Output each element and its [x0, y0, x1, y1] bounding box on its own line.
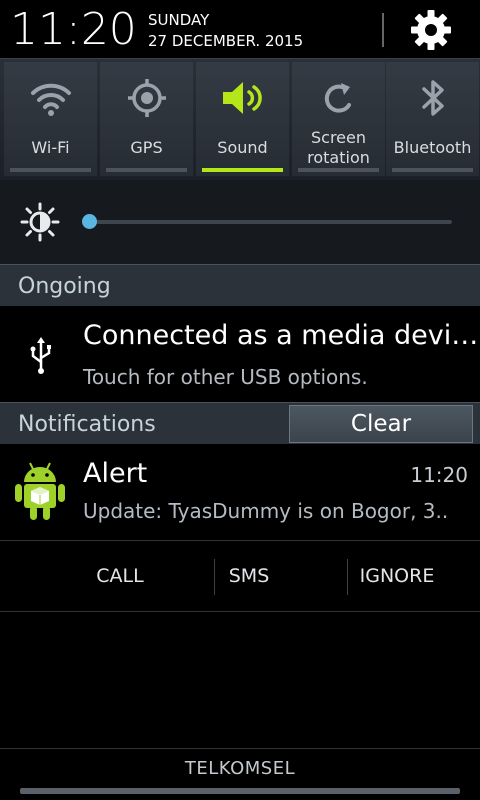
wifi-icon	[30, 83, 71, 116]
tile-indicator	[10, 168, 91, 172]
divider	[0, 611, 480, 612]
tile-bluetooth[interactable]: Bluetooth	[386, 62, 479, 176]
bluetooth-icon	[421, 80, 444, 116]
alert-title: Alert	[83, 458, 148, 489]
sound-icon	[222, 82, 262, 114]
usb-icon	[30, 337, 51, 374]
tile-sound[interactable]: Sound	[196, 62, 289, 176]
tile-gps[interactable]: GPS	[100, 62, 193, 176]
ongoing-header: Ongoing	[0, 264, 480, 306]
tile-label: Bluetooth	[393, 138, 472, 157]
notifications-header: Notifications Clear	[0, 402, 480, 444]
tile-label: Sound	[217, 138, 268, 157]
tile-label-line1: Screen	[310, 128, 366, 147]
status-header: 11:20 SUNDAY 27 DECEMBER. 2015	[0, 0, 480, 58]
tile-indicator	[392, 168, 473, 172]
ignore-button[interactable]: IGNORE	[348, 541, 446, 611]
tile-indicator	[106, 168, 187, 172]
alert-text: Update: TyasDummy is on Bogor, 3..	[83, 499, 449, 523]
rotation-icon	[324, 83, 351, 113]
sms-button[interactable]: SMS	[215, 541, 283, 611]
ongoing-title: Connected as a media devi…	[83, 320, 479, 351]
quick-settings-panel: Wi-Fi GPS Sound Screen rotation Bluetoot…	[0, 58, 480, 180]
alert-time: 11:20	[410, 463, 468, 487]
gps-icon	[127, 79, 166, 117]
header-divider	[382, 13, 384, 47]
alert-actions: CALL SMS IGNORE	[0, 541, 480, 611]
tile-label: GPS	[130, 138, 163, 157]
gear-icon[interactable]	[409, 8, 453, 52]
clear-button[interactable]: Clear	[289, 405, 473, 443]
carrier-label: TELKOMSEL	[184, 758, 296, 779]
usb-notification[interactable]: Connected as a media devi… Touch for oth…	[0, 306, 480, 402]
date-label: 27 DECEMBER. 2015	[148, 32, 304, 50]
brightness-icon[interactable]	[20, 202, 60, 242]
notifications-header-label: Notifications	[18, 412, 156, 437]
tile-label: Wi-Fi	[31, 138, 70, 157]
tile-wifi[interactable]: Wi-Fi	[4, 62, 97, 176]
clock: 11:20	[10, 4, 137, 55]
brightness-slider-knob[interactable]	[82, 214, 97, 229]
alert-notification[interactable]: Alert 11:20 Update: TyasDummy is on Bogo…	[0, 444, 480, 540]
ongoing-subtitle: Touch for other USB options.	[83, 365, 368, 389]
tile-label-line2: rotation	[307, 148, 370, 167]
call-button[interactable]: CALL	[40, 541, 200, 611]
brightness-row	[0, 180, 480, 264]
clear-button-label: Clear	[350, 411, 412, 437]
day-label: SUNDAY	[148, 11, 210, 29]
panel-drag-handle[interactable]	[20, 788, 460, 794]
tile-indicator	[298, 168, 379, 172]
ongoing-header-label: Ongoing	[18, 274, 111, 299]
brightness-slider-track[interactable]	[90, 220, 452, 224]
divider	[0, 748, 480, 749]
tile-screen-rotation[interactable]: Screen rotation	[292, 62, 385, 176]
tile-indicator-active	[202, 168, 283, 172]
android-icon	[15, 462, 65, 520]
tile-label: Screen rotation	[292, 128, 385, 168]
